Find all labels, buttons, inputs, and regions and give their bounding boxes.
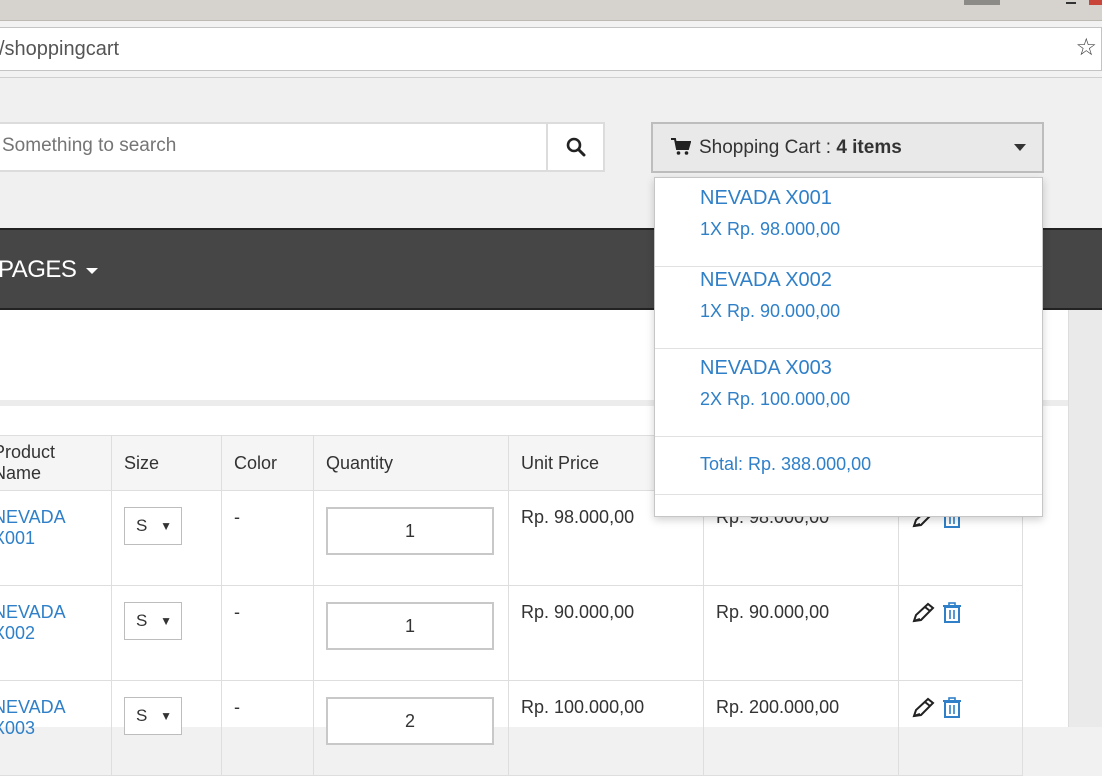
color-cell: - [221, 680, 314, 776]
quantity-input[interactable] [326, 602, 494, 650]
right-gutter [1068, 310, 1102, 727]
close-button[interactable] [1089, 0, 1102, 5]
trash-icon[interactable] [942, 602, 962, 624]
subtotal-cell: Rp. 200.000,00 [703, 680, 899, 776]
size-select[interactable]: S ▼ [124, 602, 182, 640]
cart-item-qty-price: 1X Rp. 90.000,00 [700, 301, 841, 321]
color-cell: - [221, 490, 314, 586]
cart-item-count: 4 items [836, 137, 902, 158]
dropdown-arrow-icon: ▼ [160, 519, 172, 533]
cart-item-name[interactable]: NEVADA X002 [700, 269, 832, 292]
product-link[interactable]: NEVADA X001 [0, 507, 65, 548]
cart-dropdown-menu: NEVADA X001 1X Rp. 98.000,00 NEVADA X002… [654, 177, 1043, 517]
table-row: NEVADA X003 S▼ - Rp. 100.000,00 Rp. 200.… [0, 680, 1023, 776]
size-value: S [136, 706, 148, 725]
header-product-name: Product Name [0, 435, 112, 491]
minimize-button[interactable] [964, 0, 1000, 5]
nav-pages-label: PAGES [0, 256, 77, 283]
cart-icon [671, 138, 691, 155]
header-color: Color [221, 435, 314, 491]
trash-icon[interactable] [942, 697, 962, 719]
shopping-cart-button[interactable]: Shopping Cart : 4 items [651, 122, 1044, 173]
header-quantity: Quantity [313, 435, 509, 491]
window-titlebar [0, 0, 1102, 21]
cart-label: Shopping Cart : 4 items [699, 137, 902, 159]
cart-label-prefix: Shopping Cart : [699, 137, 837, 158]
size-select[interactable]: S ▼ [124, 697, 182, 735]
dropdown-arrow-icon: ▼ [160, 614, 172, 628]
cart-dropdown-item[interactable]: NEVADA X001 1X Rp. 98.000,00 [655, 178, 1042, 267]
color-cell: - [221, 585, 314, 681]
size-value: S [136, 516, 148, 535]
cart-dropdown-item[interactable]: NEVADA X002 1X Rp. 90.000,00 [655, 260, 1042, 349]
cart-total[interactable]: Total: Rp. 388.000,00 [700, 454, 871, 475]
header-size: Size [111, 435, 222, 491]
size-value: S [136, 611, 148, 630]
quantity-input[interactable] [326, 507, 494, 555]
cart-dropdown-item[interactable]: NEVADA X003 2X Rp. 100.000,00 [655, 348, 1042, 437]
cart-item-name[interactable]: NEVADA X003 [700, 357, 832, 380]
cart-item-qty-price: 2X Rp. 100.000,00 [700, 389, 851, 409]
cart-item-qty-price: 1X Rp. 98.000,00 [700, 219, 841, 239]
table-row: NEVADA X002 S▼ - Rp. 90.000,00 Rp. 90.00… [0, 585, 1023, 681]
size-select[interactable]: S ▼ [124, 507, 182, 545]
dropdown-arrow-icon: ▼ [160, 709, 172, 723]
product-link[interactable]: NEVADA X003 [0, 697, 65, 738]
nav-pages-menu[interactable]: PAGES [0, 256, 99, 284]
caret-down-icon [1014, 144, 1026, 151]
caret-down-icon [86, 267, 99, 274]
pencil-icon[interactable] [911, 697, 937, 719]
address-url[interactable]: /shoppingcart [0, 38, 119, 61]
search-input[interactable] [0, 124, 542, 168]
search-icon [566, 137, 585, 157]
search-field[interactable] [0, 122, 548, 172]
subtotal-cell: Rp. 90.000,00 [703, 585, 899, 681]
address-bar[interactable]: /shoppingcart ☆ [0, 27, 1102, 71]
product-link[interactable]: NEVADA X002 [0, 602, 65, 643]
cart-item-name[interactable]: NEVADA X001 [700, 187, 832, 210]
search-button[interactable] [546, 122, 605, 172]
unit-price-cell: Rp. 90.000,00 [508, 585, 704, 681]
browser-toolbar: /shoppingcart ☆ [0, 21, 1102, 78]
maximize-icon[interactable] [1066, 2, 1076, 4]
pencil-icon[interactable] [911, 602, 937, 624]
dropdown-divider [655, 494, 1042, 495]
quantity-input[interactable] [326, 697, 494, 745]
unit-price-cell: Rp. 100.000,00 [508, 680, 704, 776]
star-icon[interactable]: ☆ [1075, 36, 1097, 60]
